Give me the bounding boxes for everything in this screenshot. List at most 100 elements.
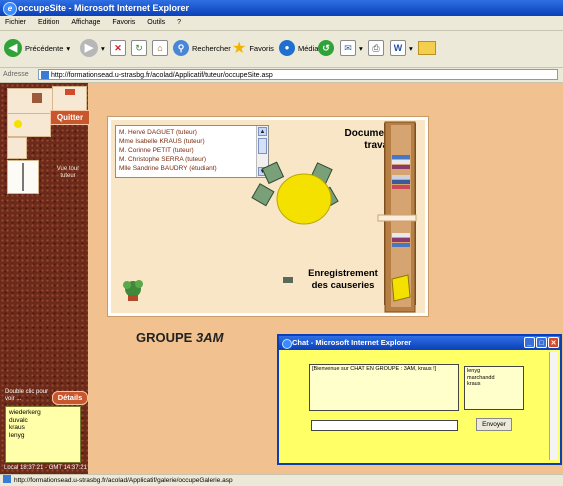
list-item[interactable]: lenyg [9,432,77,440]
media-button[interactable]: ● Média [279,37,318,59]
close-icon[interactable]: ✕ [548,337,559,348]
room-thumbnail-table [14,120,22,128]
mail-button[interactable]: ✉ ▾ [340,37,363,59]
book-icon[interactable] [392,233,410,237]
notebook-icon[interactable] [391,274,411,302]
book-icon[interactable] [392,175,410,179]
status-url: http://formationsead.u-strasbg.fr/acolad… [14,477,233,484]
list-item[interactable]: duvalc [9,417,77,425]
connected-users-list[interactable]: wiederkerg duvalc kraus lenyg [5,406,81,463]
chat-input[interactable] [311,420,458,431]
menu-bar: Fichier Edition Affichage Favoris Outils… [0,16,563,31]
meeting-table[interactable] [251,161,339,225]
double-click-hint: Double clic pour voir ... [5,389,49,402]
folder-icon [418,41,436,55]
edit-button[interactable]: W ▾ [390,37,413,59]
chevron-down-icon: ▾ [359,43,363,53]
room-thumbnail[interactable] [52,86,87,112]
back-label: Précédente [25,43,64,53]
chevron-down-icon: ▾ [101,43,105,53]
folder-button[interactable] [418,37,436,59]
page-icon [41,71,49,79]
title-bar: e occupeSite - Microsoft Internet Explor… [0,0,563,16]
stop-button[interactable]: ✕ [110,37,126,59]
chat-title-bar[interactable]: Chat - Microsoft Internet Explorer _ □ ✕ [279,336,560,350]
menu-edit[interactable]: Edition [33,16,64,30]
address-bar: Adresse http://formationsead.u-strasbg.f… [0,68,563,83]
round-table [276,173,332,225]
recordings-label[interactable]: Enregistrement des causeries [303,268,383,292]
minimize-icon[interactable]: _ [524,337,535,348]
favorites-label: Favoris [249,43,274,53]
back-button[interactable]: ◀ Précédente ▾ [4,37,70,59]
home-button[interactable]: ⌂ [152,37,168,59]
menu-favorites[interactable]: Favoris [107,16,140,30]
search-button[interactable]: ⚲ Rechercher [173,37,231,59]
forward-arrow-icon: ▶ [80,39,98,57]
status-bar: http://formationsead.u-strasbg.fr/acolad… [0,474,563,486]
address-label: Adresse [3,71,29,78]
group-name: 3AM [195,330,224,345]
quit-button[interactable]: Quitter [50,110,90,125]
ie-icon: e [3,2,17,16]
toolbar: ◀ Précédente ▾ ▶ ▾ ✕ ↻ ⌂ ⚲ Rechercher ★ … [0,31,563,68]
favorites-button[interactable]: ★ Favoris [232,37,274,59]
forward-button[interactable]: ▶ ▾ [80,37,105,59]
chat-messages[interactable]: [Bienvenue sur CHAT EN GROUPE : 3AM, kra… [309,364,459,411]
menu-file[interactable]: Fichier [0,16,31,30]
list-item[interactable]: kraus [467,381,521,388]
book-icon[interactable] [392,165,410,169]
print-button[interactable]: ⎙ [368,37,384,59]
send-button[interactable]: Envoyer [476,418,512,431]
room-thumbnail-object [65,89,75,95]
chair-icon [261,161,285,185]
refresh-button[interactable]: ↻ [131,37,147,59]
menu-view[interactable]: Affichage [66,16,105,30]
room-thumbnail-object [32,93,42,103]
local-time: Local 18:37:21 - GMT 14:37:21 [4,465,87,471]
chevron-down-icon: ▾ [409,43,413,53]
room-thumbnail[interactable] [7,137,27,159]
history-icon: ↺ [318,40,334,56]
home-icon: ⌂ [152,40,168,56]
room-thumbnail-line [22,163,24,191]
group-title: GROUPE 3AM [136,330,223,345]
ie-icon [282,339,292,349]
address-input[interactable]: http://formationsead.u-strasbg.fr/acolad… [38,69,558,80]
window-title: occupeSite - Microsoft Internet Explorer [18,3,190,13]
book-icon[interactable] [392,238,410,242]
media-icon: ● [279,40,295,56]
page-icon [3,475,11,483]
chat-scrollbar[interactable] [549,352,558,460]
media-label: Média [298,43,319,53]
stop-icon: ✕ [110,40,126,56]
star-icon: ★ [232,40,247,57]
list-item[interactable]: kraus [9,424,77,432]
group-title-prefix: GROUPE [136,330,196,345]
word-icon: W [390,40,406,56]
menu-help[interactable]: ? [172,16,186,30]
search-label: Rechercher [192,43,231,53]
book-icon[interactable] [392,243,410,247]
tutor-move-label: Vue tour tuteur [56,166,80,179]
room-thumbnail[interactable] [7,113,51,137]
menu-tools[interactable]: Outils [142,16,170,30]
recorder-icon[interactable] [283,277,293,283]
shelf-board [377,214,417,222]
room-thumbnail[interactable] [7,88,53,114]
print-icon: ⎙ [368,40,384,56]
address-url: http://formationsead.u-strasbg.fr/acolad… [51,72,273,79]
room-thumbnail[interactable] [7,160,39,194]
book-icon[interactable] [392,180,410,184]
chat-message: [Bienvenue sur CHAT EN GROUPE : 3AM, kra… [312,366,437,372]
book-icon[interactable] [392,160,410,164]
history-button[interactable]: ↺ [318,37,334,59]
book-icon[interactable] [392,155,410,159]
details-button[interactable]: Détails [52,391,88,405]
book-icon[interactable] [392,185,410,189]
back-arrow-icon: ◀ [4,39,22,57]
chat-users-list[interactable]: lenyg marchandd kraus [464,366,524,410]
chevron-down-icon: ▾ [66,43,71,53]
maximize-icon[interactable]: □ [536,337,547,348]
list-item[interactable]: wiederkerg [9,409,77,417]
